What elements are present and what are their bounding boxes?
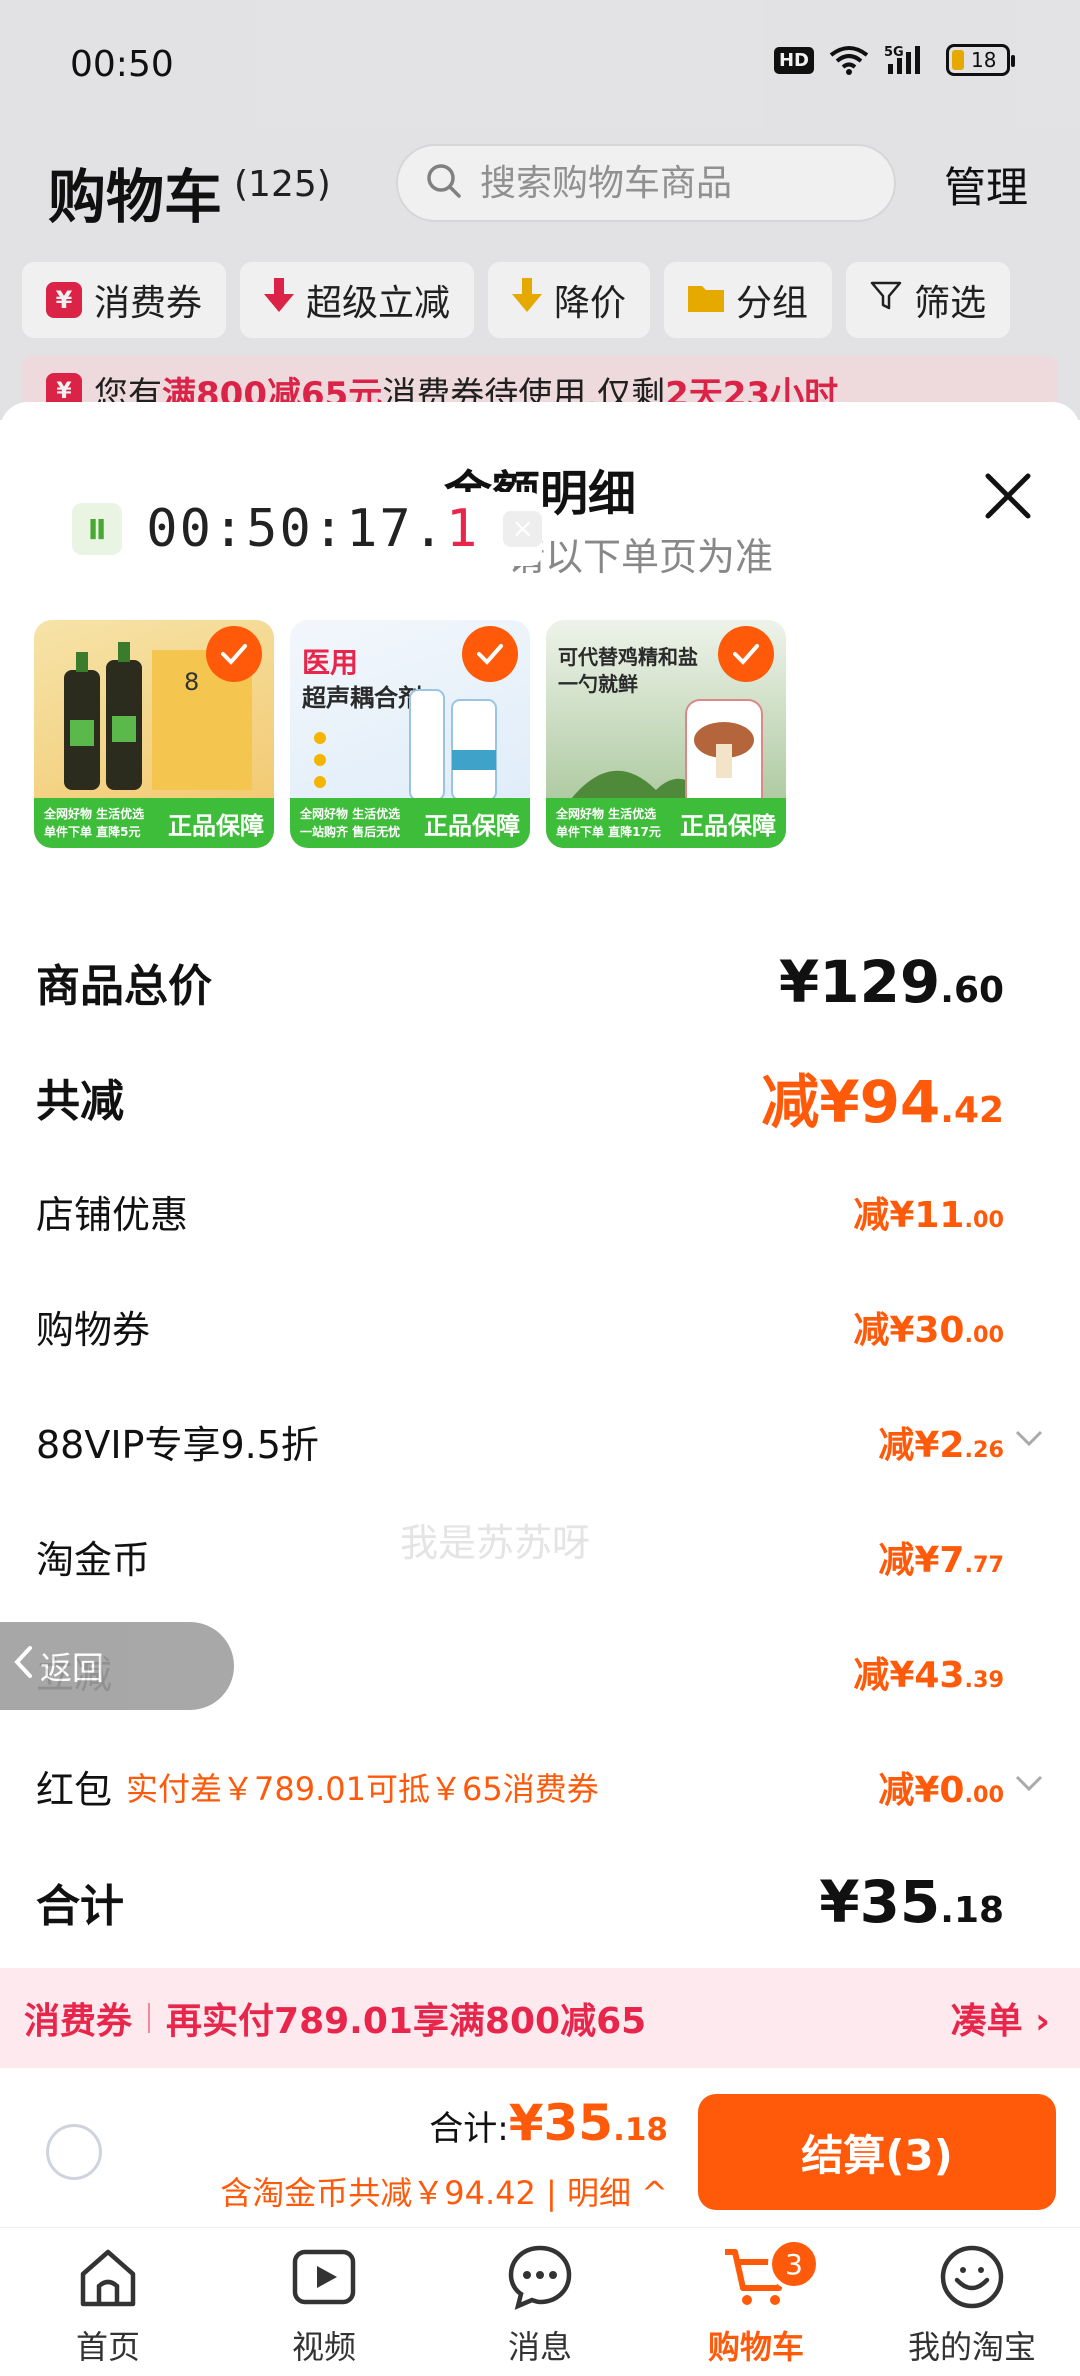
back-button[interactable]: 返回 [0, 1622, 234, 1710]
selected-check-icon[interactable] [206, 626, 262, 682]
product-thumbnails: 8 全网好物 生活优选 单件下单 直降5元 正品保障 医用 超声耦合剂 全网好物 生活… [34, 620, 786, 848]
floating-timer[interactable]: Ⅱ 00:50:17.1 × [64, 492, 542, 566]
cart-badge: 3 [768, 2238, 820, 2290]
total-line: 合计:¥35.18 [429, 2094, 668, 2152]
add-items-link[interactable]: 凑单 › [951, 1992, 1050, 2044]
close-icon [985, 473, 1031, 519]
price-breakdown: 商品总价 ¥129.60 共减 减¥94.42 店铺优惠 减¥11.00 购物券… [36, 924, 1044, 1959]
voucher-bar[interactable]: 消费券 再实付789.01享满800减65 凑单 › [0, 1968, 1080, 2068]
tab-home[interactable]: 首页 [0, 2230, 216, 2376]
profile-icon [937, 2242, 1007, 2316]
row-shopping-voucher: 购物券 减¥30.00 [36, 1308, 1004, 1352]
timer-close-icon[interactable]: × [503, 511, 542, 547]
select-all-radio[interactable] [46, 2124, 102, 2180]
product-thumb[interactable]: 可代替鸡精和盐 一勺就鲜 全网好物 生活优选 单件下单 直降17元 正品保障 [546, 620, 786, 848]
product-tag: 全网好物 生活优选 单件下单 直降17元 正品保障 [546, 798, 786, 848]
chevron-left-icon [14, 1645, 34, 1687]
product-tag: 全网好物 生活优选 单件下单 直降5元 正品保障 [34, 798, 274, 848]
product-tag: 全网好物 生活优选 一站购齐 售后无忧 正品保障 [290, 798, 530, 848]
red-packet-note: 实付差￥789.01可抵￥65消费券 [126, 1769, 599, 1808]
selected-check-icon[interactable] [462, 626, 518, 682]
timer-clock: 00:50:17.1 [146, 499, 480, 559]
timer-logo-icon: Ⅱ [72, 503, 123, 555]
row-vip-discount[interactable]: 88VIP专享9.5折 减¥2.26 [36, 1384, 1044, 1499]
product-thumb[interactable]: 8 全网好物 生活优选 单件下单 直降5元 正品保障 [34, 620, 274, 848]
svg-text:8: 8 [184, 668, 199, 696]
row-total-price: 商品总价 ¥129.60 [36, 947, 1004, 1016]
product-thumb[interactable]: 医用 超声耦合剂 全网好物 生活优选 一站购齐 售后无忧 正品保障 [290, 620, 530, 848]
message-icon [505, 2242, 575, 2316]
chevron-down-icon[interactable] [1014, 1773, 1044, 1797]
row-sum: 合计 ¥35.18 [36, 1867, 1004, 1936]
row-total-discount: 共减 减¥94.42 [36, 1067, 1004, 1136]
close-button[interactable] [978, 466, 1038, 526]
home-icon [73, 2242, 143, 2316]
tab-video[interactable]: 视频 [216, 2230, 432, 2376]
tab-cart[interactable]: 3 购物车 [648, 2230, 864, 2376]
tab-messages[interactable]: 消息 [432, 2230, 648, 2376]
checkout-footer: 合计:¥35.18 含淘金币共减￥94.42 | 明细 ^ 结算(3) [0, 2068, 1080, 2228]
cart-page-background: 00:50 HD 5G 18 购物车 (125) 管理 ¥ 消费券 [0, 0, 1080, 426]
row-red-packet[interactable]: 红包 实付差￥789.01可抵￥65消费券 减¥0.00 [36, 1729, 1044, 1844]
checkout-button[interactable]: 结算(3) [698, 2094, 1056, 2210]
bottom-tab-bar: 首页 视频 消息 3 购物车 我的淘宝 [0, 2230, 1080, 2376]
video-icon [289, 2242, 359, 2316]
chevron-down-icon[interactable] [1014, 1428, 1044, 1452]
row-shop-discount: 店铺优惠 减¥11.00 [36, 1193, 1004, 1237]
tab-profile[interactable]: 我的淘宝 [864, 2230, 1080, 2376]
selected-check-icon[interactable] [718, 626, 774, 682]
detail-toggle[interactable]: 含淘金币共减￥94.42 | 明细 ^ [220, 2168, 668, 2214]
row-taojinbi: 淘金币 减¥7.77 [36, 1538, 1004, 1582]
